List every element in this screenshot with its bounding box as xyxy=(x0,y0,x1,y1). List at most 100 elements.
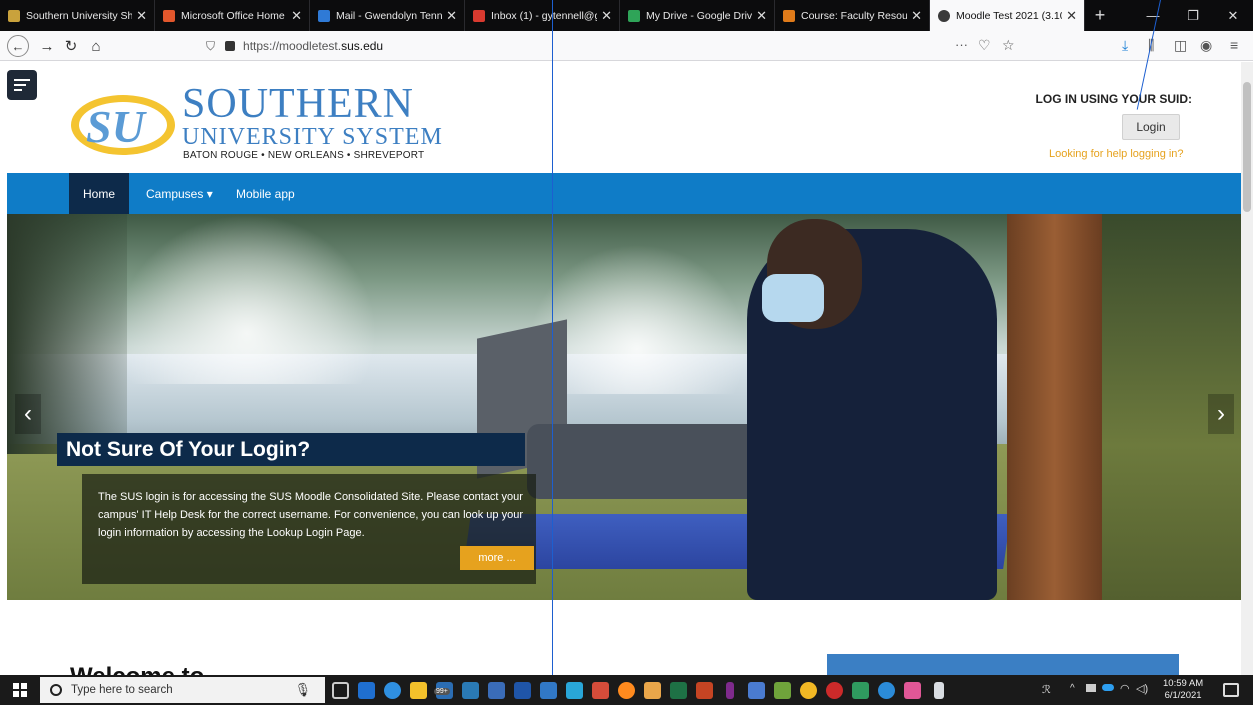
new-tab-button[interactable]: + xyxy=(1085,0,1115,31)
windows-start-icon[interactable] xyxy=(0,675,40,705)
drawer-line-icon xyxy=(14,79,30,81)
notification-badge: 99+ xyxy=(434,688,450,695)
app-icon[interactable] xyxy=(592,682,609,699)
menu-hamburger-icon[interactable]: ≡ xyxy=(1230,37,1238,53)
bookmark-star-icon[interactable]: ☆ xyxy=(1002,37,1015,54)
chrome-app-icon[interactable] xyxy=(800,682,817,699)
padlock-icon[interactable] xyxy=(225,41,236,51)
wifi-icon[interactable]: ◠ xyxy=(1120,682,1130,695)
windows-taskbar: Type here to search 🎙 99+ ℛ ^ ◠ ◁) 10:59… xyxy=(0,675,1253,705)
tab-mail[interactable]: Mail - Gwendolyn Tenne ✕ xyxy=(310,0,465,31)
tab-southern-university[interactable]: Southern University Shre ✕ xyxy=(0,0,155,31)
app-icon[interactable] xyxy=(904,682,921,699)
tab-microsoft-office[interactable]: Microsoft Office Home ✕ xyxy=(155,0,310,31)
outlook-favicon-icon xyxy=(318,9,330,22)
clock-date: 6/1/2021 xyxy=(1164,690,1202,701)
mail-app-icon[interactable]: 99+ xyxy=(434,682,453,699)
url-prefix: https://moodletest. xyxy=(243,39,342,53)
nav-mobile-app[interactable]: Mobile app xyxy=(222,173,309,214)
onenote-app-icon[interactable] xyxy=(726,682,734,699)
pocket-icon[interactable]: ♡ xyxy=(978,37,991,54)
tracking-shield-icon[interactable]: ⛉ xyxy=(206,39,215,54)
tab-google-drive[interactable]: My Drive - Google Drive ✕ xyxy=(620,0,775,31)
restore-window-icon[interactable]: ❐ xyxy=(1173,0,1213,31)
home-icon[interactable]: ⌂ xyxy=(85,36,107,56)
edge-app-icon[interactable] xyxy=(384,682,401,699)
southern-favicon-icon xyxy=(8,9,20,22)
firefox-app-icon[interactable] xyxy=(618,682,635,699)
carousel-prev-icon[interactable]: ‹ xyxy=(15,394,41,434)
app-icon[interactable] xyxy=(748,682,765,699)
minimize-window-icon[interactable]: — xyxy=(1133,0,1173,31)
drive-favicon-icon xyxy=(628,9,640,22)
logo-subtitle: UNIVERSITY SYSTEM xyxy=(182,124,443,150)
carousel-next-icon[interactable]: › xyxy=(1208,394,1234,434)
browser-tab-strip: Southern University Shre ✕ Microsoft Off… xyxy=(0,0,1253,31)
face-mask xyxy=(762,274,824,322)
tab-gmail-inbox[interactable]: Inbox (1) - gytennell@g ✕ xyxy=(465,0,620,31)
notification-center-icon[interactable] xyxy=(1223,683,1239,697)
close-tab-icon[interactable]: ✕ xyxy=(756,8,767,24)
network-app-icon[interactable] xyxy=(566,682,583,699)
download-icon[interactable]: ⤓ xyxy=(1122,37,1128,54)
app-icon[interactable] xyxy=(852,682,869,699)
close-window-icon[interactable]: ✕ xyxy=(1213,0,1253,31)
close-tab-icon[interactable]: ✕ xyxy=(446,8,457,24)
app-icon[interactable] xyxy=(774,682,791,699)
volume-icon[interactable]: ◁) xyxy=(1136,682,1148,695)
task-view-icon[interactable] xyxy=(332,682,349,699)
close-tab-icon[interactable]: ✕ xyxy=(291,8,302,24)
login-help-link[interactable]: Looking for help logging in? xyxy=(1049,148,1184,160)
close-tab-icon[interactable]: ✕ xyxy=(136,8,147,24)
close-tab-icon[interactable]: ✕ xyxy=(601,8,612,24)
forward-arrow-icon[interactable]: → xyxy=(36,36,58,56)
nav-campuses-dropdown[interactable]: Campuses ▾ xyxy=(132,173,227,214)
drawer-toggle-button[interactable] xyxy=(7,70,37,100)
powerpoint-app-icon[interactable] xyxy=(696,682,713,699)
back-arrow-icon[interactable]: ← xyxy=(7,35,29,57)
file-explorer-icon[interactable] xyxy=(410,682,427,699)
excel-app-icon[interactable] xyxy=(670,682,687,699)
slide-text: The SUS login is for accessing the SUS M… xyxy=(98,491,523,539)
search-placeholder: Type here to search xyxy=(71,684,173,696)
opera-app-icon[interactable] xyxy=(826,682,843,699)
address-bar[interactable]: ⛉ https://moodletest. sus.edu xyxy=(206,34,1004,58)
word-app-icon[interactable] xyxy=(540,682,557,699)
sidebar-icon[interactable]: ◫ xyxy=(1174,37,1187,54)
scrollbar-thumb[interactable] xyxy=(1243,82,1251,212)
app-icon[interactable] xyxy=(462,682,479,699)
battery-icon[interactable] xyxy=(1086,684,1096,692)
main-navigation: Home Campuses ▾ Mobile app xyxy=(7,173,1241,214)
drawer-line-icon xyxy=(14,89,22,91)
outlook-app-icon[interactable] xyxy=(358,682,375,699)
tab-label: Course: Faculty Resourc xyxy=(801,9,907,22)
app-icon[interactable] xyxy=(514,682,531,699)
welcome-heading: Welcome to xyxy=(70,662,204,675)
extension-icon[interactable]: ◉ xyxy=(1200,37,1212,54)
tray-chevron-icon[interactable]: ^ xyxy=(1070,683,1075,694)
tab-label: Southern University Shre xyxy=(26,9,132,22)
store-app-icon[interactable] xyxy=(644,682,661,699)
onedrive-icon[interactable] xyxy=(1102,684,1114,691)
close-tab-icon[interactable]: ✕ xyxy=(1066,8,1077,24)
people-icon[interactable]: ℛ xyxy=(1042,683,1051,696)
overflow-chevron-icon[interactable] xyxy=(934,682,944,699)
site-logo[interactable]: SU SOUTHERN UNIVERSITY SYSTEM BATON ROUG… xyxy=(68,82,448,162)
taskbar-search-input[interactable]: Type here to search 🎙 xyxy=(40,677,325,703)
system-clock[interactable]: 10:59 AM 6/1/2021 xyxy=(1163,678,1203,702)
tab-course-faculty[interactable]: Course: Faculty Resourc ✕ xyxy=(775,0,930,31)
app-icon[interactable] xyxy=(878,682,895,699)
app-icon[interactable] xyxy=(488,682,505,699)
nav-home[interactable]: Home xyxy=(69,173,130,214)
wooden-post xyxy=(1007,214,1102,600)
page-actions-icon[interactable]: ··· xyxy=(955,37,968,52)
close-tab-icon[interactable]: ✕ xyxy=(911,8,922,24)
login-button[interactable]: Login xyxy=(1122,114,1180,140)
su-emblem-icon: SU xyxy=(71,95,175,155)
page-scrollbar[interactable] xyxy=(1241,62,1253,675)
microphone-icon[interactable]: 🎙 xyxy=(294,682,311,698)
reload-icon[interactable]: ↻ xyxy=(60,36,82,56)
more-button[interactable]: more ... xyxy=(460,546,534,570)
tab-label: Inbox (1) - gytennell@g xyxy=(491,9,597,22)
tab-moodle-test[interactable]: Moodle Test 2021 (3.10) ✕ xyxy=(930,0,1085,31)
